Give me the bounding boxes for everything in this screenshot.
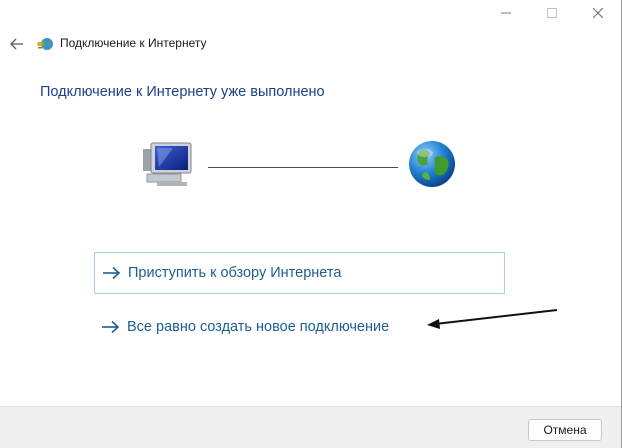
annotation-arrow xyxy=(427,309,558,329)
browse-internet-label: Приступить к обзору Интернета xyxy=(128,265,342,281)
page-heading: Подключение к Интернету уже выполнено xyxy=(40,84,325,100)
browse-internet-link[interactable]: Приступить к обзору Интернета xyxy=(94,252,505,294)
arrow-right-icon xyxy=(103,266,121,280)
minimize-button[interactable] xyxy=(483,0,529,26)
network-globe-icon xyxy=(37,38,53,50)
internet-connection-window: Подключение к Интернету Подключение к Ин… xyxy=(0,0,622,448)
create-new-connection-label: Все равно создать новое подключение xyxy=(127,319,390,335)
minimize-icon xyxy=(501,12,511,14)
back-arrow-icon xyxy=(10,38,23,50)
maximize-button[interactable] xyxy=(529,0,575,26)
maximize-icon xyxy=(547,8,557,18)
computer-icon xyxy=(143,142,192,186)
window-title: Подключение к Интернету xyxy=(60,36,207,50)
back-button[interactable] xyxy=(8,33,26,55)
window-caption-buttons xyxy=(483,0,621,26)
connection-line xyxy=(208,167,398,168)
globe-icon xyxy=(409,141,455,187)
close-button[interactable] xyxy=(575,0,621,26)
arrow-right-icon xyxy=(102,320,120,334)
cancel-button[interactable]: Отмена xyxy=(528,419,602,441)
create-new-connection-link[interactable]: Все равно создать новое подключение xyxy=(94,306,424,348)
wizard-footer: Отмена xyxy=(0,406,621,448)
close-icon xyxy=(593,8,603,18)
